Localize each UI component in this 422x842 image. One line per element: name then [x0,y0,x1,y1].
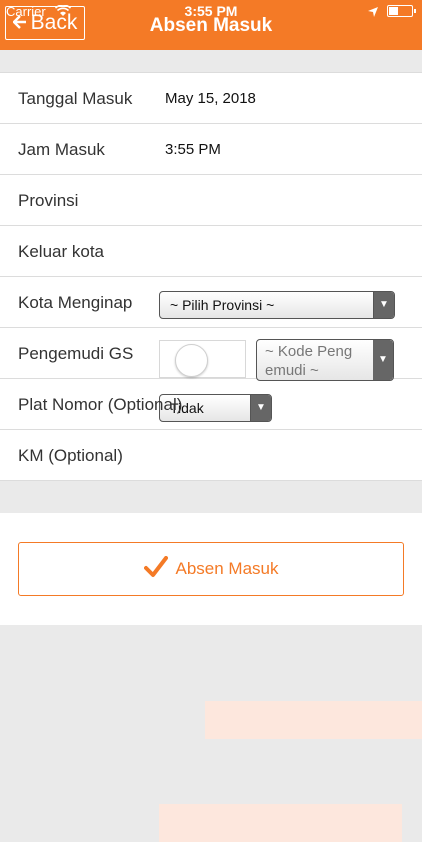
jam-label: Jam Masuk [18,140,105,159]
section-gap [0,491,422,513]
nav-header: Carrier 3:55 PM Back Absen Masuk [0,0,422,50]
km-label: KM (Optional) [18,446,123,465]
plat-nomor-input[interactable] [205,701,422,739]
row-jam: Jam Masuk 3:55 PM [0,124,422,175]
action-panel: Absen Masuk [0,513,422,625]
toggle-knob [175,344,208,377]
check-icon [143,556,168,582]
row-keluar-kota: Keluar kota Tidak ▼ [0,226,422,422]
row-tanggal: Tanggal Masuk May 15, 2018 [0,73,422,124]
jam-value: 3:55 PM [165,141,221,158]
absen-masuk-button[interactable]: Absen Masuk [18,542,404,596]
kode-pengemudi-select[interactable]: ~ Kode Peng emudi ~ ▼ [256,339,394,381]
plat-nomor-label: Plat Nomor (Optional) [18,395,183,414]
tanggal-label: Tanggal Masuk [18,89,133,108]
kode-pengemudi-placeholder: ~ Kode Peng emudi ~ [265,343,353,379]
row-plat-nomor: Plat Nomor (Optional) [0,379,422,739]
dropdown-arrow-icon: ▼ [373,340,393,380]
row-provinsi: Provinsi ~ Pilih Provinsi ~ ▼ [0,175,422,319]
row-km: KM (Optional) [0,430,422,842]
kota-menginap-label: Kota Menginap [18,293,133,312]
keluar-kota-label: Keluar kota [18,242,104,261]
pengemudi-label: Pengemudi GS [18,344,134,363]
tanggal-value: May 15, 2018 [165,90,256,107]
page-title: Absen Masuk [149,15,273,36]
pengemudi-gs-toggle[interactable] [159,340,246,378]
absen-masuk-label: Absen Masuk [175,559,279,578]
km-input[interactable] [159,804,402,842]
row-kota-menginap: Kota Menginap [0,277,422,529]
absen-form: Tanggal Masuk May 15, 2018 Jam Masuk 3:5… [0,72,422,842]
provinsi-label: Provinsi [18,191,79,210]
